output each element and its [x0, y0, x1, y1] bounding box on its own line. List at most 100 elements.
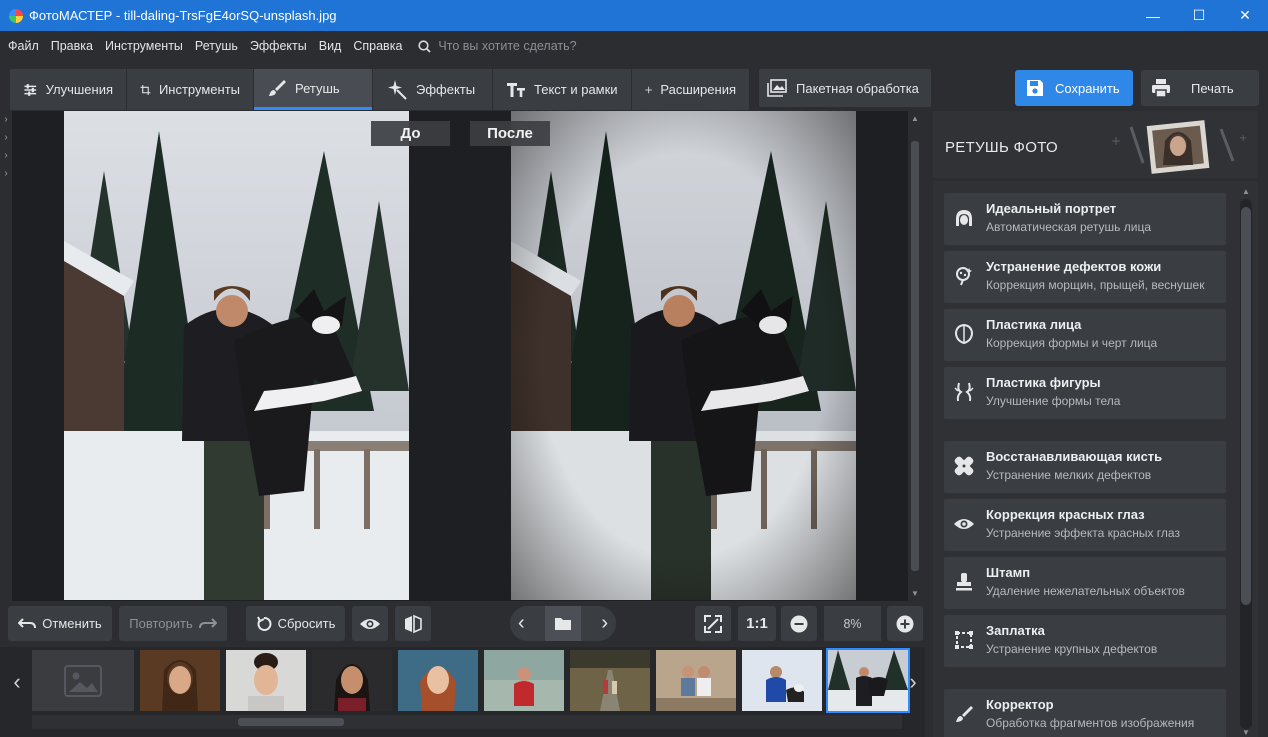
actual-size-button[interactable]: 1:1: [738, 606, 776, 641]
scrollbar-thumb[interactable]: [1241, 207, 1251, 605]
menu-retouch[interactable]: Ретушь: [195, 39, 238, 53]
save-button[interactable]: Сохранить: [1015, 70, 1133, 106]
redo-button[interactable]: Повторить: [119, 606, 227, 641]
text-icon: [507, 82, 525, 97]
plus-circle-icon: [896, 615, 914, 632]
tool-subtitle: Коррекция формы и черт лица: [986, 336, 1158, 350]
fit-to-screen-button[interactable]: [695, 606, 731, 641]
tool-title: Устранение дефектов кожи: [986, 259, 1162, 274]
filmstrip-scrollbar[interactable]: [32, 715, 902, 729]
tool-title: Пластика фигуры: [986, 375, 1101, 390]
photo-workspace[interactable]: До После: [12, 111, 908, 601]
zoom-out-button[interactable]: [781, 606, 817, 641]
zoom-level[interactable]: 8%: [824, 606, 881, 641]
tool-skin-defects[interactable]: Устранение дефектов кожи Коррекция морщи…: [944, 251, 1226, 303]
thumbnail-man-husky-current[interactable]: [826, 648, 910, 713]
split-view-icon: [405, 614, 422, 633]
chevron-right-icon[interactable]: ›: [0, 165, 12, 183]
tab-effects[interactable]: Эффекты: [373, 69, 492, 110]
tab-label: Ретушь: [295, 80, 340, 96]
tool-perfect-portrait[interactable]: Идеальный портрет Автоматическая ретушь …: [944, 193, 1226, 245]
thumbnail-woman-portrait-1[interactable]: [140, 650, 220, 711]
add-photo-placeholder[interactable]: [32, 650, 134, 711]
patch-icon: [953, 629, 975, 651]
menu-tools[interactable]: Инструменты: [105, 39, 183, 53]
eye-icon: [953, 513, 975, 535]
title-bar: ФотоМАСТЕР - till-daling-TrsFgE4orSQ-uns…: [0, 0, 1268, 31]
tool-subtitle: Устранение эффекта красных глаз: [986, 526, 1180, 540]
menu-bar: Файл Правка Инструменты Ретушь Эффекты В…: [0, 31, 1268, 61]
chevron-right-icon[interactable]: ›: [0, 111, 12, 129]
close-icon[interactable]: ✕: [1222, 0, 1268, 31]
thumbnail-couple-sitting[interactable]: [656, 650, 736, 711]
scroll-up-icon[interactable]: ▲: [908, 114, 922, 123]
workspace-vertical-scrollbar[interactable]: ▲ ▼: [908, 111, 922, 601]
tool-red-eye[interactable]: Коррекция красных глаз Устранение эффект…: [944, 499, 1226, 551]
thumbnail-girl-red-sweater[interactable]: [484, 650, 564, 711]
filmstrip-right-icon[interactable]: ›: [898, 647, 928, 717]
images-icon: [767, 79, 787, 97]
chevron-right-icon[interactable]: ›: [0, 129, 12, 147]
portrait-icon: [953, 207, 975, 229]
menu-edit[interactable]: Правка: [51, 39, 93, 53]
after-photo: [511, 111, 856, 600]
svg-text:+: +: [1239, 133, 1247, 144]
tab-label: Эффекты: [416, 82, 476, 97]
reset-button[interactable]: Сбросить: [246, 606, 345, 641]
open-folder-button[interactable]: [545, 606, 581, 641]
panel-scrollbar[interactable]: ▲ ▼: [1237, 185, 1255, 737]
tool-face-plastic[interactable]: Пластика лица Коррекция формы и черт лиц…: [944, 309, 1226, 361]
tab-enhancements[interactable]: Улучшения: [10, 69, 126, 110]
tool-title: Коррекция красных глаз: [986, 507, 1145, 522]
tool-stamp[interactable]: Штамп Удаление нежелательных объектов: [944, 557, 1226, 609]
plus-icon: [645, 86, 652, 93]
tool-subtitle: Улучшение формы тела: [986, 394, 1121, 408]
menu-help[interactable]: Справка: [353, 39, 402, 53]
collapsed-left-panel[interactable]: › › › ›: [0, 111, 12, 601]
undo-button[interactable]: Отменить: [8, 606, 112, 641]
tool-corrector[interactable]: Корректор Обработка фрагментов изображен…: [944, 689, 1226, 737]
thumbnail-couple-road[interactable]: [570, 650, 650, 711]
tool-patch[interactable]: Заплатка Устранение крупных дефектов: [944, 615, 1226, 667]
scrollbar-thumb[interactable]: [911, 141, 919, 571]
menu-search[interactable]: Что вы хотите сделать?: [418, 39, 577, 53]
sparkle-icon: [388, 79, 407, 100]
tool-healing-brush[interactable]: Восстанавливающая кисть Устранение мелки…: [944, 441, 1226, 493]
menu-view[interactable]: Вид: [319, 39, 342, 53]
scroll-up-icon[interactable]: ▲: [1237, 187, 1255, 196]
preview-toggle-button[interactable]: [352, 606, 388, 641]
thumbnail-red-hair-girl[interactable]: [398, 650, 478, 711]
tool-body-plastic[interactable]: Пластика фигуры Улучшение формы тела: [944, 367, 1226, 419]
thumbnail-smiling-woman[interactable]: [226, 650, 306, 711]
chevron-right-icon[interactable]: ›: [0, 147, 12, 165]
scrollbar-thumb[interactable]: [238, 718, 344, 726]
thumbnail-man-dog-snow[interactable]: [742, 650, 822, 711]
scroll-down-icon[interactable]: ▼: [1237, 728, 1255, 737]
svg-text:+: +: [1111, 134, 1121, 148]
previous-photo-icon[interactable]: ‹: [518, 612, 525, 635]
tab-label: Инструменты: [158, 82, 240, 97]
tab-extensions[interactable]: Расширения: [632, 69, 749, 110]
scroll-down-icon[interactable]: ▼: [908, 589, 922, 598]
menu-effects[interactable]: Эффекты: [250, 39, 307, 53]
batch-processing-button[interactable]: Пакетная обработка: [759, 69, 931, 107]
thumbnail-woman-portrait-dark[interactable]: [312, 650, 392, 711]
tab-text-frames[interactable]: Текст и рамки: [493, 69, 631, 110]
tool-title: Корректор: [986, 697, 1054, 712]
filmstrip-left-icon[interactable]: ‹: [2, 647, 32, 717]
compare-split-button[interactable]: [395, 606, 431, 641]
minimize-icon[interactable]: —: [1130, 0, 1176, 31]
before-photo: [64, 111, 409, 600]
tab-tools[interactable]: Инструменты: [127, 69, 253, 110]
tab-retouch[interactable]: Ретушь: [254, 69, 372, 110]
tab-label: Расширения: [660, 82, 736, 97]
maximize-icon[interactable]: ☐: [1176, 0, 1222, 31]
menu-file[interactable]: Файл: [8, 39, 39, 53]
next-photo-icon[interactable]: ›: [601, 612, 608, 635]
tool-subtitle: Обработка фрагментов изображения: [986, 716, 1195, 730]
retouch-panel: РЕТУШЬ ФОТО + + Идеальный портрет Автома…: [925, 111, 1268, 737]
tool-title: Идеальный портрет: [986, 201, 1117, 216]
redo-icon: [198, 617, 217, 628]
print-button[interactable]: Печать: [1141, 70, 1259, 106]
zoom-in-button[interactable]: [887, 606, 923, 641]
